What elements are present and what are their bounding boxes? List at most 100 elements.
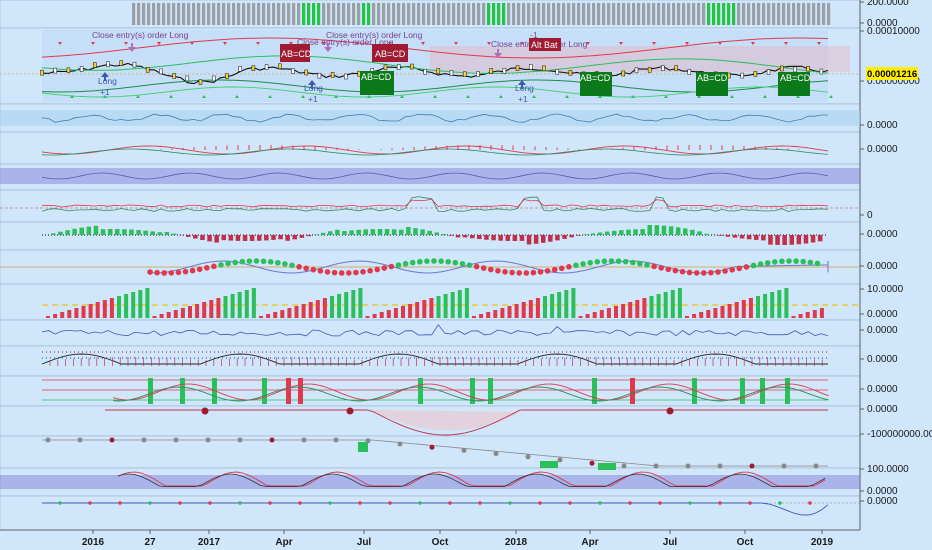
ind7-bar — [259, 316, 263, 318]
volume-bar — [712, 3, 716, 25]
ind7-bar — [358, 288, 363, 318]
chart-canvas[interactable]: Close entry(s) order Long Close entry(s)… — [0, 0, 932, 550]
ind7-bar — [791, 316, 796, 318]
ind12-dot — [685, 463, 691, 469]
ind6-dot — [395, 262, 402, 268]
price-candle — [542, 65, 546, 72]
ind7-bar — [592, 312, 597, 318]
volume-bar — [302, 3, 306, 25]
pattern-box[interactable]: Alt Bat — [529, 38, 561, 51]
ind6-dot — [239, 258, 246, 265]
ind12-dot — [429, 444, 435, 450]
ind5-bar — [356, 229, 361, 235]
pattern-box[interactable]: AB=CD — [778, 72, 811, 96]
ind7-bar — [60, 312, 65, 318]
ind6-dot — [417, 258, 423, 265]
ind7-bar — [606, 308, 611, 318]
ind6-dot — [381, 265, 388, 271]
chart-stage: Close entry(s) order Long Close entry(s)… — [0, 0, 932, 550]
ind7-bar — [223, 296, 228, 318]
ind7-bar — [706, 310, 711, 318]
volume-bar — [267, 3, 271, 25]
last-price-tag: 0.00001216 — [866, 67, 918, 80]
price-candle — [740, 72, 744, 79]
pane — [0, 375, 861, 407]
volume-bar — [512, 3, 516, 25]
volume-bar — [322, 3, 326, 25]
ind5-bar — [484, 235, 489, 240]
ind5-bar — [136, 230, 141, 235]
pattern-box[interactable]: AB=CD — [372, 44, 408, 62]
ind5-bar — [278, 235, 283, 240]
ind5-bar — [342, 231, 347, 235]
ind7-bar — [734, 302, 739, 318]
ind6-dot — [608, 258, 615, 264]
ind5-bar — [271, 235, 276, 240]
ind6-dot — [495, 267, 501, 274]
ind12-dot — [525, 454, 531, 460]
price-candle — [211, 75, 216, 82]
volume-bar — [517, 3, 521, 25]
ind6-dot — [559, 265, 565, 272]
ind12-dot — [589, 460, 595, 466]
price-candle — [634, 67, 639, 74]
ind5-bar — [810, 235, 816, 243]
ind7-bar — [479, 314, 484, 318]
price-candle — [344, 73, 348, 80]
ind7-bar — [699, 312, 704, 318]
volume-bar — [617, 3, 621, 25]
y-tick-label: 0.00010000 — [867, 26, 920, 37]
ind6-dot — [253, 258, 260, 264]
price-candle — [132, 61, 137, 68]
pattern-box[interactable]: AB=CD — [696, 72, 728, 96]
ind5-bar — [704, 233, 709, 235]
volume-bar — [397, 3, 401, 25]
ind5-bar — [100, 229, 106, 235]
price-candle — [119, 60, 124, 66]
volume-bar — [317, 3, 321, 25]
volume-bar — [417, 3, 421, 25]
ind5-bar — [754, 235, 759, 240]
ind6-dot — [211, 263, 217, 270]
ind6-dot — [715, 269, 721, 275]
ind7-bar — [188, 306, 192, 318]
ind7-bar — [656, 294, 661, 318]
price-candle — [621, 70, 625, 77]
pattern-box[interactable]: AB=CD — [280, 44, 312, 62]
volume-bar — [497, 3, 501, 25]
volume-bar — [262, 3, 266, 25]
volume-bar — [772, 3, 776, 25]
volume-bar — [407, 3, 411, 25]
ind6-dot — [793, 258, 799, 264]
y-tick-label: 0.0000 — [867, 384, 898, 395]
volume-bar — [762, 3, 766, 25]
price-candle — [766, 69, 771, 75]
ind7-bar — [138, 290, 143, 318]
ind7-bar — [756, 296, 760, 318]
price-candle — [278, 63, 282, 70]
ind5-bar — [541, 235, 546, 243]
ind5-bar — [477, 235, 482, 240]
ind10-bar — [180, 378, 185, 404]
ind5-bar — [370, 229, 376, 235]
volume-bar — [747, 3, 751, 25]
ind6-dot — [679, 268, 686, 275]
ind5-bar — [214, 235, 219, 243]
volume-bar — [327, 3, 331, 25]
ind6-dot — [409, 259, 416, 266]
ind7-bar — [514, 304, 519, 318]
ind10-bar — [286, 378, 291, 404]
volume-bar — [742, 3, 746, 25]
ind6-dot — [509, 269, 515, 276]
volume-bar — [757, 3, 761, 25]
x-axis[interactable]: 2016 27 2017 Apr Jul Oct 2018 Apr Jul Oct 2019 — [0, 529, 860, 548]
volume-bar — [247, 3, 251, 25]
volume-bar — [702, 3, 706, 25]
ind6-dot — [736, 265, 743, 272]
ind6-dot — [310, 266, 317, 273]
pattern-box[interactable]: AB=CD — [580, 72, 612, 96]
pattern-box[interactable]: AB=CD — [360, 71, 394, 95]
volume-bar — [622, 3, 626, 25]
ind12-dot — [781, 463, 787, 469]
ind7-bar — [152, 316, 157, 318]
